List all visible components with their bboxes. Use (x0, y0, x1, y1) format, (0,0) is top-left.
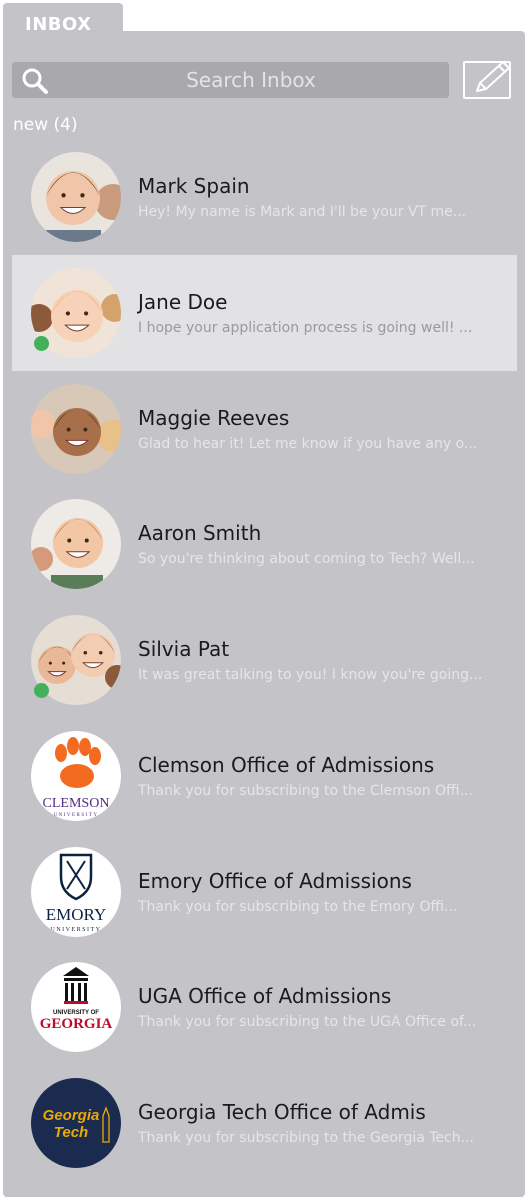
sender-name: Jane Doe (138, 289, 228, 314)
uga-logo-text: GEORGIA (40, 1016, 113, 1032)
gt-logo-text: Georgia (43, 1107, 100, 1124)
message-preview: Thank you for subscribing to the Emory O… (138, 898, 458, 915)
avatar (31, 383, 121, 474)
message-preview: Thank you for subscribing to the UGA Off… (138, 1014, 477, 1031)
message-list: Mark Spain Hey! My name is Mark and I'll … (12, 139, 517, 1181)
clemson-logo-text: CLEMSON (43, 796, 110, 811)
sender-name: Aaron Smith (138, 521, 262, 546)
emory-logo-subtext: UNIVERSITY (51, 927, 102, 933)
search-icon (20, 66, 50, 96)
message-row[interactable]: Silvia Pat It was great talking to you! I… (12, 602, 517, 718)
clemson-logo: CLEMSON UNIVERSITY (31, 730, 121, 821)
sender-name: Maggie Reeves (138, 405, 290, 430)
message-preview: Glad to hear it! Let me know if you have… (138, 435, 478, 452)
clemson-logo-subtext: UNIVERSITY (54, 813, 99, 818)
sender-name: Clemson Office of Admissions (138, 752, 435, 777)
sender-name: Silvia Pat (138, 637, 230, 661)
uga-logo: UNIVERSITY OF GEORGIA (31, 962, 121, 1053)
new-messages-count: new (4) (13, 115, 78, 135)
georgia-tech-logo: Georgia Tech (31, 1078, 121, 1168)
avatar (31, 152, 121, 242)
message-row[interactable]: Jane Doe I hope your application process … (12, 254, 517, 371)
message-preview: It was great talking to you! I know you'… (138, 667, 483, 683)
online-status-dot (34, 683, 49, 698)
sender-name: Georgia Tech Office of Admis (138, 1100, 426, 1124)
message-row[interactable]: EMORY UNIVERSITY Emory Office of Admission… (12, 834, 517, 950)
sender-name: Emory Office of Admissions (138, 868, 412, 893)
message-preview: Thank you for subscribing to the Clemson… (138, 782, 473, 799)
online-status-dot (34, 335, 49, 351)
message-preview: Thank you for subscribing to the Georgia… (138, 1130, 474, 1146)
avatar (31, 499, 121, 590)
emory-logo: EMORY UNIVERSITY (31, 846, 121, 937)
compose-button[interactable] (463, 61, 511, 99)
message-row[interactable]: UNIVERSITY OF GEORGIA UGA Office of Admiss… (12, 949, 517, 1065)
emory-logo-text: EMORY (46, 905, 106, 924)
message-row[interactable]: Aaron Smith So you're thinking about comi… (12, 486, 517, 602)
message-row[interactable]: Maggie Reeves Glad to hear it! Let me kno… (12, 371, 517, 487)
message-preview: Hey! My name is Mark and I'll be your VT… (138, 204, 467, 220)
gt-logo-subtext: Tech (54, 1124, 88, 1141)
message-preview: I hope your application process is going… (138, 319, 473, 336)
sender-name: UGA Office of Admissions (138, 984, 392, 1009)
search-bar[interactable] (12, 62, 449, 98)
message-row[interactable]: CLEMSON UNIVERSITY Clemson Office of Admis… (12, 718, 517, 834)
message-preview: So you're thinking about coming to Tech?… (138, 551, 475, 568)
search-input[interactable] (56, 62, 446, 98)
message-row[interactable]: Georgia Tech Georgia Tech Office of Admis T… (12, 1065, 517, 1181)
message-row[interactable]: Mark Spain Hey! My name is Mark and I'll … (12, 139, 517, 255)
sender-name: Mark Spain (138, 174, 250, 198)
